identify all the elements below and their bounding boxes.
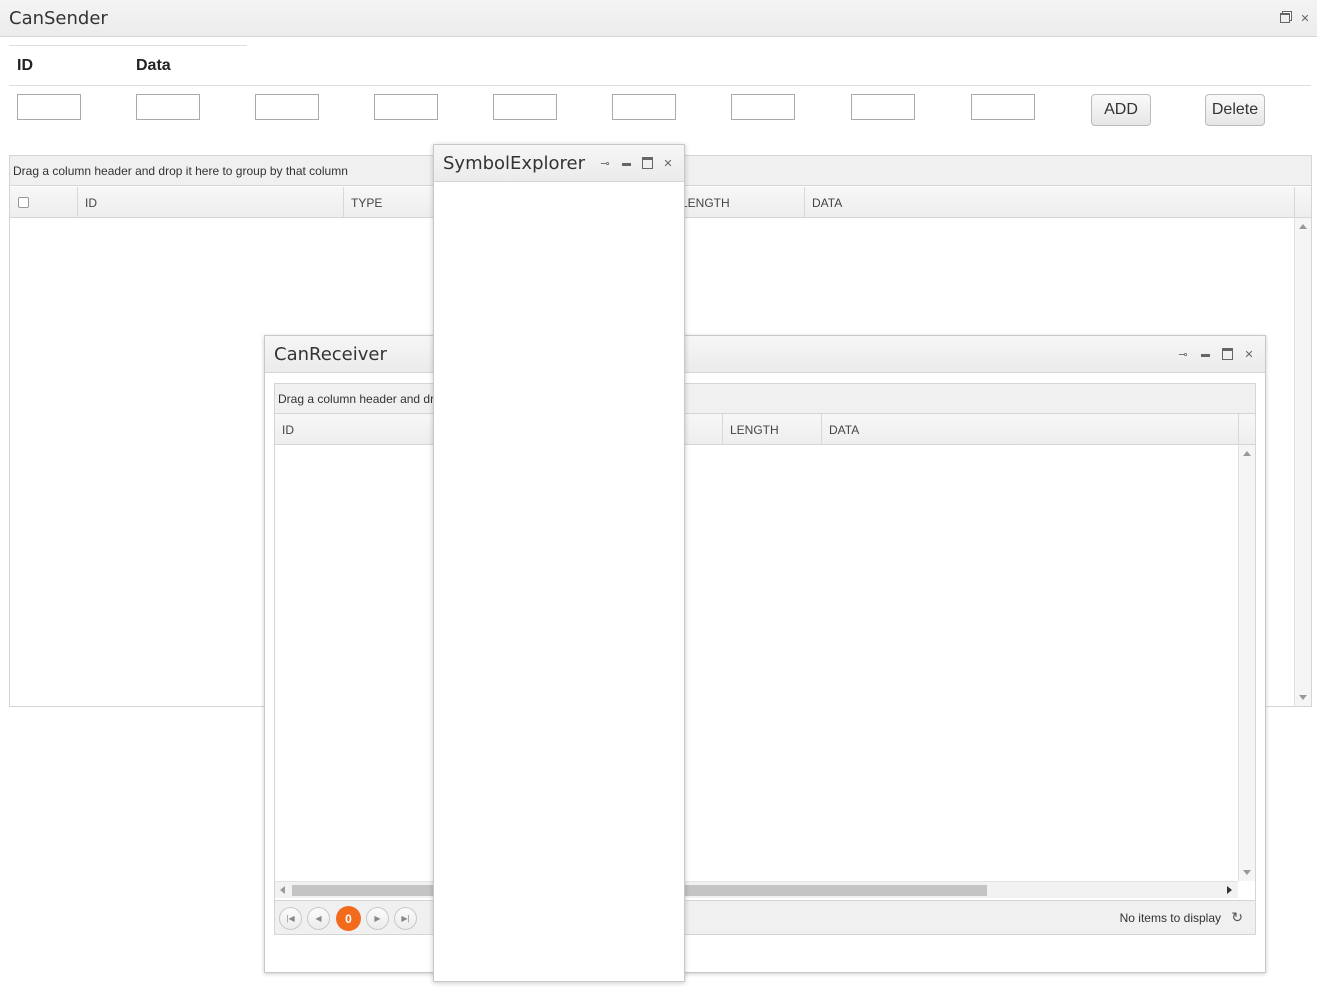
data-byte-input[interactable] (612, 94, 676, 120)
close-icon[interactable]: ✕ (1243, 348, 1255, 361)
scroll-up-icon[interactable] (1299, 224, 1307, 229)
data-byte-input[interactable] (374, 94, 438, 120)
data-byte-input[interactable] (493, 94, 557, 120)
canreceiver-window-actions: ⊸ ✕ (1177, 348, 1255, 361)
scroll-down-icon[interactable] (1243, 870, 1251, 875)
current-page-number[interactable]: 0 (336, 906, 361, 931)
scroll-right-icon[interactable] (1227, 886, 1232, 894)
cansender-title: CanSender (9, 8, 108, 29)
next-page-icon[interactable]: ▶ (366, 907, 389, 930)
column-header-length[interactable]: LENGTH (723, 414, 822, 444)
divider (9, 85, 1311, 86)
column-header-data[interactable]: DATA (822, 414, 1239, 444)
select-all-checkbox[interactable] (18, 197, 29, 208)
close-icon[interactable]: ✕ (662, 157, 674, 170)
last-page-icon[interactable]: ▶| (394, 907, 417, 930)
delete-button[interactable]: Delete (1205, 94, 1265, 126)
data-byte-input[interactable] (851, 94, 915, 120)
canreceiver-title: CanReceiver (274, 344, 387, 365)
column-header-data[interactable]: DATA (805, 187, 1295, 217)
cansender-titlebar: CanSender ✕ (0, 0, 1317, 37)
pin-icon[interactable]: ⊸ (1177, 348, 1189, 361)
data-byte-input[interactable] (136, 94, 200, 120)
scroll-down-icon[interactable] (1299, 695, 1307, 700)
id-label: ID (17, 57, 33, 74)
horizontal-scrollbar[interactable] (275, 881, 1238, 898)
close-icon[interactable]: ✕ (1299, 12, 1311, 25)
data-byte-input[interactable] (731, 94, 795, 120)
minimize-icon[interactable] (620, 157, 632, 169)
grid-pager: |◀ ◀ 0 ▶ ▶| No items to display ↻ (275, 900, 1255, 934)
scroll-left-icon[interactable] (280, 886, 285, 894)
select-all-column (10, 187, 78, 217)
symbolexplorer-content (434, 183, 684, 981)
symbolexplorer-window: SymbolExplorer ⊸ ✕ (433, 144, 685, 982)
previous-page-icon[interactable]: ◀ (307, 907, 330, 930)
group-drop-area[interactable]: Drag a column header and drop it here to… (275, 384, 1255, 414)
refresh-icon[interactable]: ↻ (1231, 909, 1243, 926)
pin-icon[interactable]: ⊸ (599, 157, 611, 170)
maximize-icon[interactable] (641, 157, 653, 169)
grid-header-row: ID TYPE LENGTH DATA (275, 414, 1255, 445)
restore-icon[interactable] (1279, 12, 1291, 24)
data-byte-input[interactable] (255, 94, 319, 120)
column-header-id[interactable]: ID (78, 187, 344, 217)
symbolexplorer-window-actions: ⊸ ✕ (599, 157, 674, 170)
id-input[interactable] (17, 94, 81, 120)
canreceiver-grid: Drag a column header and drop it here to… (274, 383, 1256, 935)
pager-status: No items to display (1119, 911, 1221, 925)
symbolexplorer-titlebar[interactable]: SymbolExplorer ⊸ ✕ (434, 145, 684, 182)
cansender-window-actions: ✕ (1279, 12, 1311, 25)
symbolexplorer-title: SymbolExplorer (443, 153, 585, 174)
canreceiver-window: CanReceiver ⊸ ✕ Drag a column header and… (264, 335, 1266, 973)
first-page-icon[interactable]: |◀ (279, 907, 302, 930)
divider (9, 45, 247, 46)
vertical-scrollbar[interactable] (1238, 445, 1255, 881)
column-header-length[interactable]: LENGTH (674, 187, 805, 217)
canreceiver-titlebar[interactable]: CanReceiver ⊸ ✕ (265, 336, 1265, 373)
scroll-up-icon[interactable] (1243, 451, 1251, 456)
minimize-icon[interactable] (1199, 348, 1211, 360)
data-label: Data (136, 57, 171, 74)
add-button[interactable]: ADD (1091, 94, 1151, 126)
vertical-scrollbar[interactable] (1294, 218, 1311, 706)
maximize-icon[interactable] (1221, 348, 1233, 360)
data-byte-input[interactable] (971, 94, 1035, 120)
